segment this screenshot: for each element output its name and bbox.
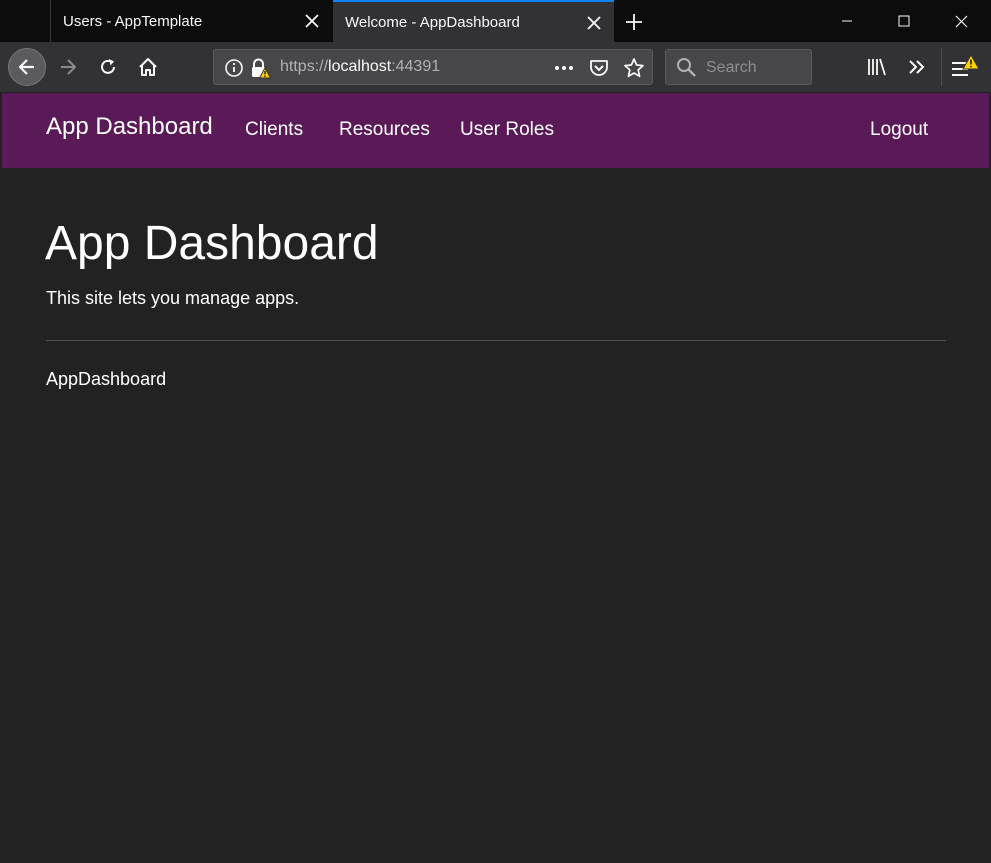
footer-text: AppDashboard xyxy=(46,369,167,389)
search-bar[interactable] xyxy=(665,49,812,85)
app-menu-button[interactable] xyxy=(948,50,982,84)
divider xyxy=(46,340,946,341)
url-scheme: https:// xyxy=(280,58,329,75)
bookmark-star-icon[interactable] xyxy=(623,57,645,79)
nav-link-user-roles[interactable]: User Roles xyxy=(460,119,554,141)
nav-link-clients[interactable]: Clients xyxy=(245,119,303,141)
page-content: App Dashboard Clients Resources User Rol… xyxy=(0,92,991,863)
page-actions-icon[interactable] xyxy=(553,57,575,79)
library-button[interactable] xyxy=(860,50,894,84)
pocket-icon[interactable] xyxy=(588,57,610,79)
chevron-double-right-icon xyxy=(909,60,925,74)
url-bar[interactable]: https://localhost:44391 xyxy=(213,49,653,85)
site-navbar: App Dashboard Clients Resources User Rol… xyxy=(2,93,989,168)
nav-link-resources[interactable]: Resources xyxy=(339,119,430,141)
library-icon xyxy=(868,58,886,76)
home-icon xyxy=(139,58,157,76)
search-input[interactable] xyxy=(704,57,804,79)
info-icon[interactable] xyxy=(223,57,245,79)
lead-text: This site lets you manage apps. xyxy=(46,288,300,308)
hamburger-menu-icon xyxy=(952,54,980,76)
minimize-button[interactable] xyxy=(819,0,875,42)
window-close-button[interactable] xyxy=(933,0,989,42)
url-text[interactable]: https://localhost:44391 xyxy=(280,58,440,76)
back-button[interactable] xyxy=(8,48,46,86)
tab-welcome-appdashboard[interactable]: Welcome - AppDashboard xyxy=(333,0,614,42)
minimize-icon xyxy=(842,20,852,22)
navigation-toolbar: https://localhost:44391 xyxy=(0,42,991,92)
tab-title: Welcome - AppDashboard xyxy=(345,13,520,31)
navbar-brand-link[interactable]: App Dashboard xyxy=(46,113,213,141)
new-tab-button[interactable] xyxy=(620,8,648,36)
reload-icon xyxy=(101,59,115,74)
toolbar-divider xyxy=(941,48,942,86)
url-host: localhost xyxy=(328,58,392,75)
tab-title: Users - AppTemplate xyxy=(63,12,203,30)
forward-button[interactable] xyxy=(51,50,85,84)
search-icon xyxy=(675,56,697,83)
plus-icon xyxy=(626,14,642,30)
insecure-lock-icon[interactable] xyxy=(249,57,271,79)
logout-link[interactable]: Logout xyxy=(870,119,928,141)
tab-strip: Users - AppTemplate Welcome - AppDashboa… xyxy=(0,0,991,42)
forward-arrow-icon xyxy=(61,59,76,75)
url-port: :44391 xyxy=(391,58,441,75)
page-heading: App Dashboard xyxy=(45,217,379,270)
close-icon[interactable] xyxy=(302,11,322,31)
home-button[interactable] xyxy=(131,50,165,84)
tab-users-apptemplate[interactable]: Users - AppTemplate xyxy=(51,0,332,42)
close-icon[interactable] xyxy=(584,13,604,33)
back-arrow-icon xyxy=(18,59,34,75)
close-icon xyxy=(955,15,967,27)
maximize-icon xyxy=(898,15,910,27)
maximize-button[interactable] xyxy=(876,0,932,42)
overflow-menu-button[interactable] xyxy=(900,50,934,84)
reload-button[interactable] xyxy=(91,50,125,84)
